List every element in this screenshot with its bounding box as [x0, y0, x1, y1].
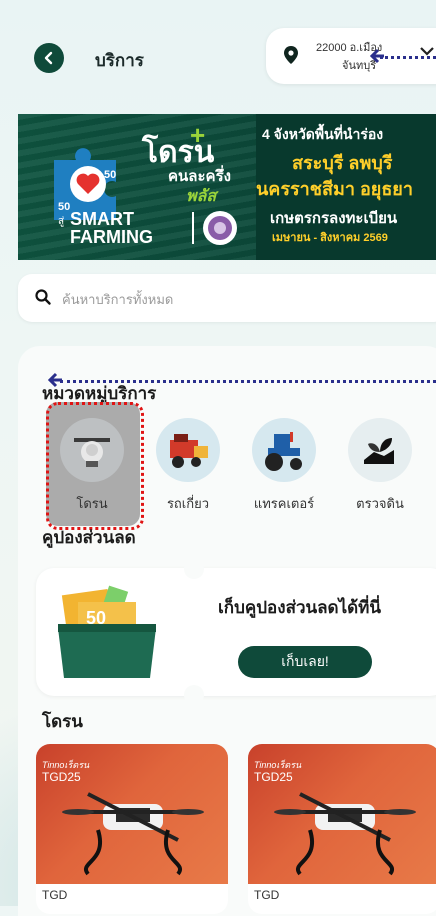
harvester-icon: [156, 418, 220, 482]
coupon-card[interactable]: 50 เก็บคูปองส่วนลดได้ที่นี่ เก็บเลย!: [36, 559, 436, 705]
smart-text: SMART: [70, 209, 134, 229]
products-title: โดรน: [42, 712, 83, 731]
arrow-left-icon: [370, 48, 384, 64]
location-pin-icon: [284, 46, 298, 64]
promo-banner[interactable]: 50 50 + โดรน คนละครึ่ง พลัส สู่ SMART FA…: [18, 114, 436, 260]
coupon-text: เก็บคูปองส่วนลดได้ที่นี่: [218, 598, 381, 617]
banner-period: เมษายน - สิงหาคม 2569: [272, 232, 388, 244]
coupon-bag-icon: 50: [58, 585, 156, 678]
category-soil-test[interactable]: ตรวจดิน: [336, 408, 424, 518]
back-button[interactable]: [34, 43, 64, 73]
banner-info-panel: 4 จังหวัดพื้นที่นำร่อง สระบุรี ลพบุรี นค…: [256, 114, 436, 260]
collect-coupon-button[interactable]: เก็บเลย!: [238, 646, 372, 678]
search-icon: [35, 289, 51, 305]
tractor-icon: [252, 418, 316, 482]
product-name: TGD: [42, 888, 68, 902]
page-title: บริการ: [95, 51, 144, 70]
product-card[interactable]: Tinnoเร็ดรน TGD25 TGD: [248, 744, 436, 914]
ministry-emblem-icon: [203, 211, 237, 245]
category-tractor[interactable]: แทรคเตอร์: [240, 408, 328, 518]
banner-brand-plus: พลัส: [186, 188, 217, 205]
puzzle-right-value: 50: [104, 169, 116, 181]
chevron-left-icon: [44, 51, 53, 65]
soil-test-icon: [348, 418, 412, 482]
annotation-line-categories: [60, 380, 436, 383]
puzzle-left-value: 50: [58, 201, 70, 213]
coupon-notch: [184, 559, 204, 579]
coupon-notch: [184, 685, 204, 705]
category-label: แทรคเตอร์: [253, 496, 315, 511]
product-name: TGD: [254, 888, 280, 902]
product-card[interactable]: Tinnoเร็ดรน TGD25 TGD: [36, 744, 228, 914]
banner-pilot-provinces: 4 จังหวัดพื้นที่นำร่อง: [262, 126, 384, 142]
banner-provinces-2: นครราชสีมา อยุธยา: [256, 179, 413, 199]
search-input[interactable]: [60, 284, 424, 314]
category-label: รถเกี่ยว: [166, 496, 210, 511]
selection-highlight-outline: [46, 402, 144, 530]
arrow-left-icon: [48, 372, 62, 388]
banner-divider: [192, 212, 194, 244]
farming-text: FARMING: [70, 227, 153, 247]
annotation-line-location: [380, 56, 436, 59]
product-image: Tinnoเร็ดรน TGD25: [36, 744, 228, 884]
smart-prefix: สู่: [58, 216, 65, 227]
search-bar[interactable]: [18, 274, 436, 322]
services-panel: หมวดหมู่บริการ โดรน รถเกี่ยว แทรคเตอร์ ต…: [18, 346, 436, 916]
banner-provinces-1: สระบุรี ลพบุรี: [292, 153, 393, 173]
category-label: ตรวจดิน: [356, 496, 404, 511]
product-image: Tinnoเร็ดรน TGD25: [248, 744, 436, 884]
coupons-title: คูปองส่วนลด: [42, 528, 136, 547]
chevron-down-icon: [420, 47, 434, 56]
drone-image: [62, 792, 204, 876]
drone-image: [274, 792, 416, 876]
banner-registration: เกษตรกรลงทะเบียน: [270, 210, 398, 227]
category-harvester[interactable]: รถเกี่ยว: [144, 408, 232, 518]
